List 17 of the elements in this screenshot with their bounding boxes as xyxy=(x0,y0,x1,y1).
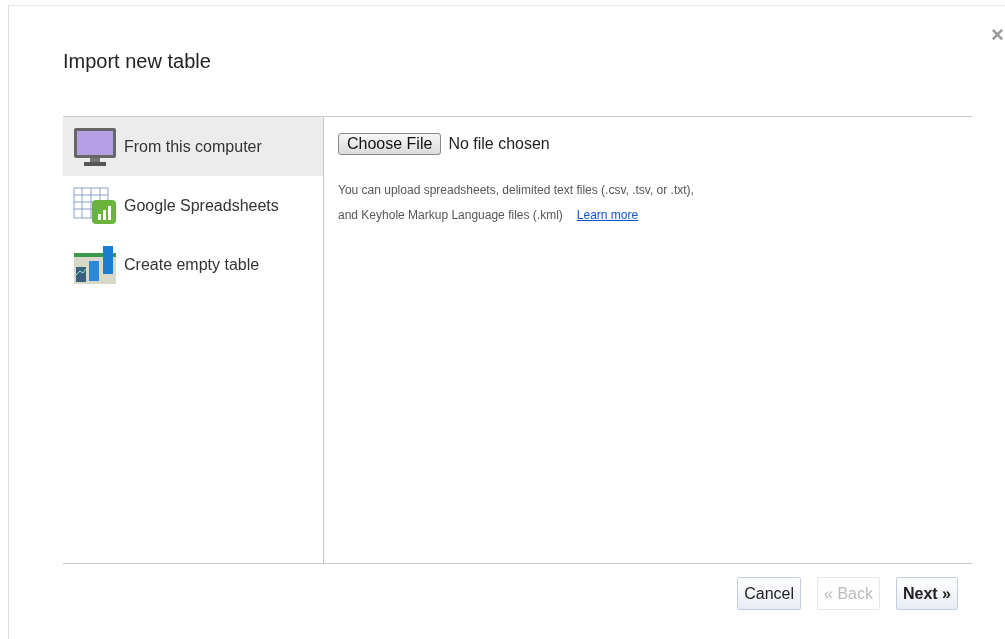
choose-file-button[interactable]: Choose File xyxy=(338,133,442,155)
source-item[interactable]: Google Spreadsheets xyxy=(63,176,323,235)
spreadsheet-chart-icon xyxy=(73,186,117,225)
dialog-title: Import new table xyxy=(63,49,212,73)
source-label: Google Spreadsheets xyxy=(124,196,279,215)
table-chart-icon xyxy=(73,244,117,285)
help-text: You can upload spreadsheets, delimited text files (.csv, .tsv, or .txt), xyxy=(338,183,695,197)
source-label: From this computer xyxy=(124,137,262,156)
source-label: Create empty table xyxy=(124,255,260,274)
source-item[interactable]: From this computer xyxy=(63,117,323,176)
file-status: No file chosen xyxy=(448,135,550,153)
monitor-icon xyxy=(73,126,117,167)
learn-more-link[interactable]: Learn more xyxy=(576,208,639,222)
next-button[interactable]: Next » xyxy=(895,577,958,610)
help-text: and Keyhole Markup Language files (.kml) xyxy=(338,208,563,222)
cancel-button[interactable]: Cancel xyxy=(737,577,802,610)
source-item[interactable]: Create empty table xyxy=(63,235,323,294)
